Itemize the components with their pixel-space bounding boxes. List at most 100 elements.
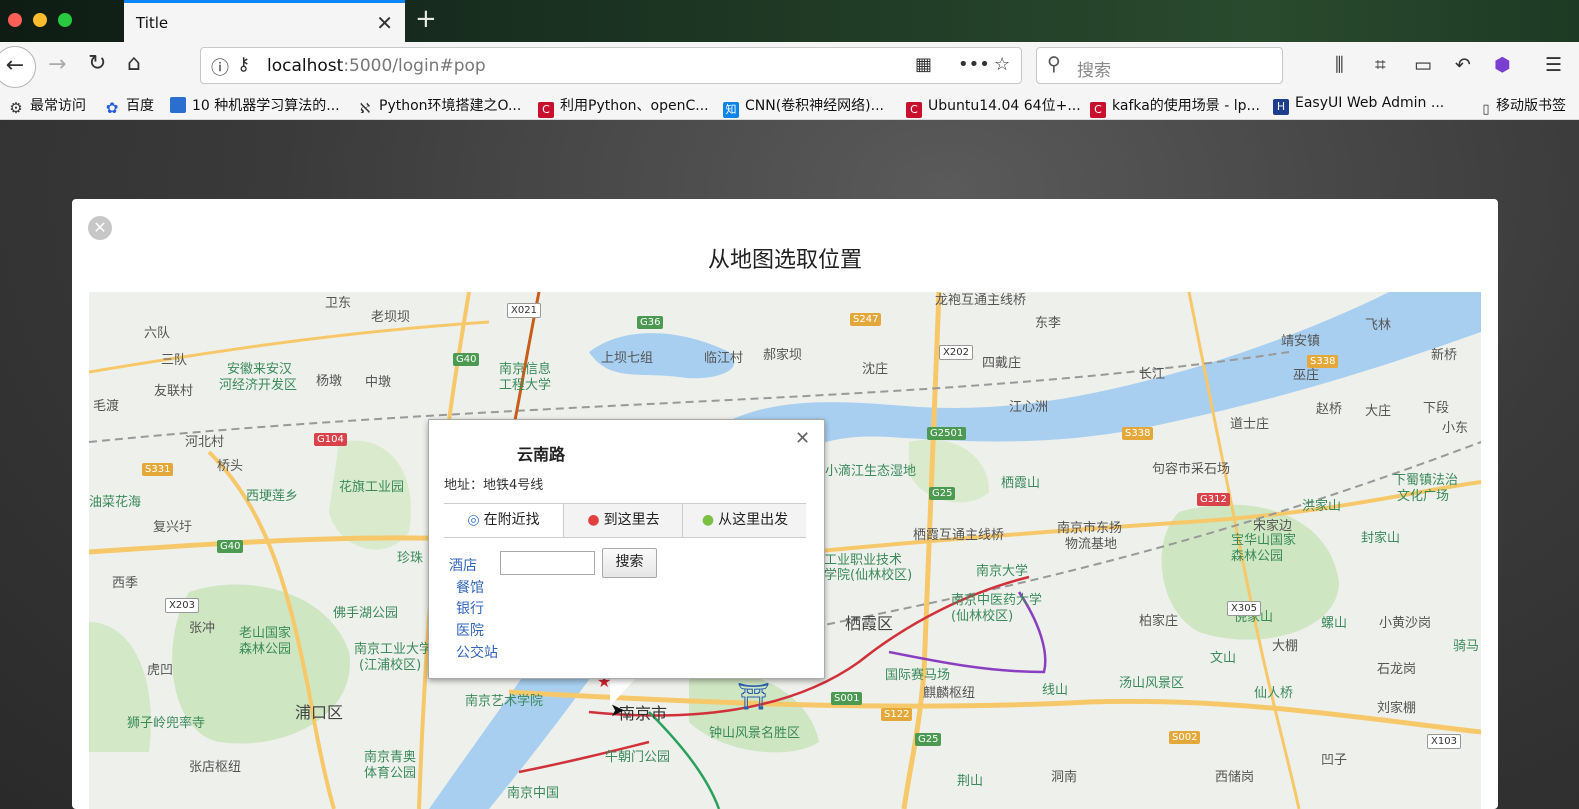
map-label: 南京艺术学院 — [465, 694, 544, 709]
search-placeholder: 搜索 — [1077, 61, 1111, 81]
star-icon[interactable]: ☆ — [994, 54, 1010, 75]
undo-icon[interactable]: ↶ — [1455, 54, 1471, 76]
info-icon[interactable]: ⓘ — [211, 54, 229, 80]
csdn-icon: C — [538, 102, 554, 118]
map-label: 洪家山 — [1302, 499, 1342, 514]
bookmark-label: kafka的使用场景 - lp... — [1112, 98, 1260, 114]
window-close-button[interactable] — [8, 13, 22, 27]
map-label: 麒麟枢纽 — [923, 686, 976, 701]
bookmark-item[interactable]: C 利用Python、openC... — [538, 95, 709, 118]
category-link-hospital[interactable]: 医院 — [456, 620, 484, 640]
map-label: 荆山 — [957, 774, 984, 789]
map-label: 河经济开发区 — [219, 378, 298, 393]
extension-icon[interactable]: ⬢ — [1494, 54, 1511, 76]
zhihu-icon: 知 — [723, 102, 739, 118]
reload-icon[interactable]: ↻ — [88, 51, 106, 76]
window-maximize-button[interactable] — [58, 13, 72, 27]
map-label: 西埂莲乡 — [246, 489, 299, 504]
browser-tab[interactable]: Title ✕ — [124, 0, 405, 42]
road-shield: X103 — [1427, 734, 1461, 749]
window-minimize-button[interactable] — [33, 13, 47, 27]
bookmarks-bar: ⚙ 最常访问 ✿ 百度 10 种机器学习算法的... ℵ Python环境搭建之O..… — [0, 90, 1579, 120]
bookmark-item[interactable]: ⚙ 最常访问 — [8, 95, 86, 116]
search-bar[interactable]: ⚲ 搜索 — [1036, 47, 1283, 84]
map-label: 学院(仙林校区) — [824, 568, 913, 583]
landmark-gate-icon: ⛩ — [737, 682, 771, 712]
url-host: localhost — [267, 56, 344, 76]
bookmark-item[interactable]: 知 CNN(卷积神经网络)... — [723, 95, 884, 118]
new-tab-icon[interactable]: + — [415, 4, 437, 34]
map-label: 凹子 — [1321, 753, 1348, 768]
tab-start-here[interactable]: ● 从这里出发 — [682, 504, 807, 537]
road-shield: G25 — [915, 733, 942, 746]
bookmark-item[interactable]: H EasyUI Web Admin ... — [1273, 95, 1444, 115]
popup-close-icon[interactable]: ✕ — [795, 428, 810, 449]
bookmark-item[interactable]: Ckafka的使用场景 - lp... — [1090, 95, 1260, 118]
back-button[interactable]: ← — [0, 46, 36, 88]
tab-label: 从这里出发 — [718, 512, 789, 528]
url-bar[interactable]: ⓘ ⚷ localhost:5000/login#pop ▦ ••• ☆ — [200, 47, 1022, 84]
category-link-bus-stop[interactable]: 公交站 — [456, 642, 498, 662]
menu-icon[interactable]: ☰ — [1545, 54, 1562, 76]
map-label: 洞南 — [1051, 770, 1078, 785]
map-label: 飞林 — [1365, 318, 1392, 333]
road-shield: G25 — [929, 487, 956, 500]
category-link-bank[interactable]: 银行 — [456, 598, 484, 618]
map-label: 森林公园 — [1231, 549, 1284, 564]
map-label: 钟山风景名胜区 — [709, 726, 801, 741]
map-label: 毛渡 — [93, 399, 120, 414]
map-label: 上坝七组 — [601, 351, 654, 366]
bookmark-item[interactable]: 10 种机器学习算法的... — [170, 95, 340, 115]
site-icon: ℵ — [359, 101, 371, 117]
road-shield: G2501 — [927, 427, 967, 440]
site-icon — [170, 97, 186, 113]
map-label: 仙人桥 — [1254, 686, 1294, 701]
browser-toolbar: ← → ↻ ⌂ ⓘ ⚷ localhost:5000/login#pop ▦ •… — [0, 42, 1579, 90]
search-nearby-icon: ◎ — [467, 512, 480, 528]
library-icon[interactable]: ⫼ — [1335, 54, 1344, 76]
road-shield: S331 — [142, 463, 174, 476]
map-label: 老坝坝 — [371, 310, 411, 325]
map-label: 虎凹 — [147, 663, 174, 678]
nearby-search-button[interactable]: 搜索 — [602, 548, 657, 578]
map-label: 西储岗 — [1215, 770, 1255, 785]
bookmark-item[interactable]: ℵ Python环境搭建之O... — [357, 95, 522, 117]
map-label: 河北村 — [185, 435, 225, 450]
map-label: 小东 — [1442, 421, 1469, 436]
home-icon[interactable]: ⌂ — [127, 51, 141, 76]
sidebar-icon[interactable]: ▭ — [1414, 54, 1432, 76]
map-label: 花旗工业园 — [339, 480, 405, 495]
qr-code-icon[interactable]: ▦ — [915, 54, 932, 75]
road-shield: G36 — [637, 316, 664, 329]
map-label: 龙袍互通主线桥 — [935, 293, 1027, 308]
road-shield: X202 — [939, 345, 973, 360]
map-label: 文化广场 — [1397, 489, 1450, 504]
map-label: 浦口区 — [295, 703, 344, 722]
crop-icon[interactable]: ⌗ — [1375, 54, 1386, 76]
bookmark-label: Python环境搭建之O... — [379, 98, 522, 114]
map-label: 友联村 — [154, 384, 194, 399]
forward-icon[interactable]: → — [48, 52, 66, 77]
map-label: 桥头 — [217, 459, 244, 474]
map-label: 南京中国 — [507, 786, 560, 801]
bookmark-item[interactable]: C Ubuntu14.04 64位+... — [906, 95, 1081, 118]
modal-close-icon[interactable]: ✕ — [88, 216, 112, 240]
category-link-restaurant[interactable]: 餐馆 — [456, 577, 484, 597]
bookmark-item[interactable]: ✿ 百度 — [104, 95, 154, 116]
map-label: 柏家庄 — [1139, 614, 1179, 629]
tab-go-here[interactable]: ● 到这里去 — [563, 504, 683, 537]
bookmark-label: 百度 — [126, 98, 154, 114]
map-label: 工程大学 — [499, 378, 552, 393]
category-link-hotel[interactable]: 酒店 — [449, 555, 477, 575]
tab-nearby[interactable]: ◎ 在附近找 — [444, 504, 563, 537]
more-icon[interactable]: ••• — [958, 54, 990, 75]
nearby-search-input[interactable] — [500, 551, 595, 575]
map-label: 文山 — [1210, 651, 1237, 666]
map-label: 长江 — [1139, 367, 1166, 382]
pin-red-icon: ● — [587, 512, 600, 528]
key-icon[interactable]: ⚷ — [237, 54, 250, 75]
bookmark-item[interactable]: ▯ 移动版书签 — [1478, 95, 1566, 118]
map-label: 复兴圩 — [153, 520, 193, 535]
map-label: 刘家棚 — [1377, 701, 1417, 716]
tab-close-icon[interactable]: ✕ — [376, 11, 393, 35]
